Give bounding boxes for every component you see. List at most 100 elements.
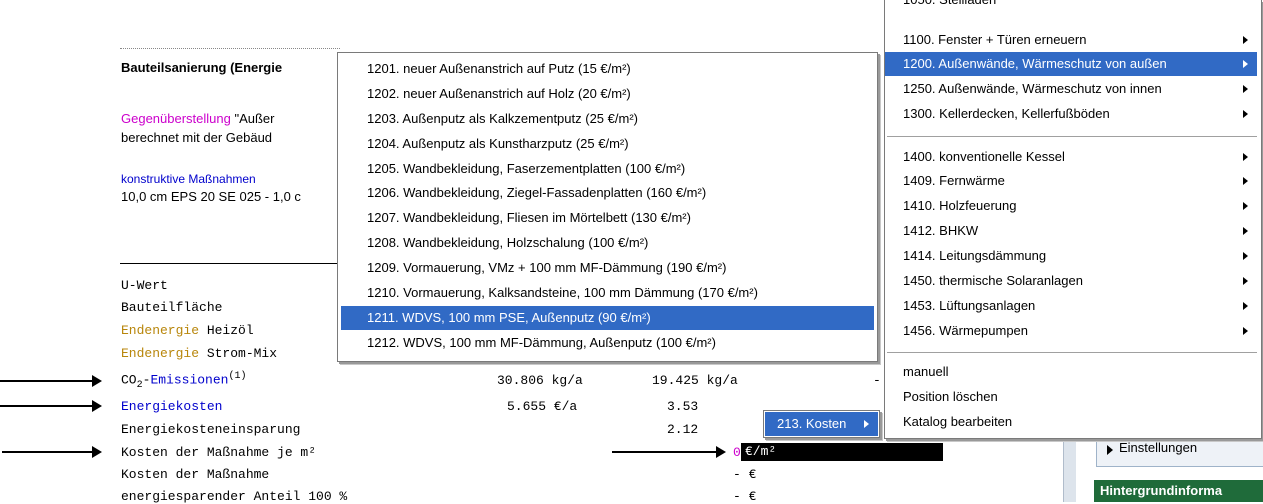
kosten-je-m2-value: 0 [733, 445, 741, 460]
einsparung-value: 2.12 [667, 422, 699, 437]
energiekosten-before: 5.655 €/a [507, 399, 578, 414]
submenu-arrow-icon [1243, 302, 1248, 310]
submenu-arrow-icon [1243, 327, 1248, 335]
endenergie-link[interactable]: Endenergie [121, 323, 199, 338]
row-co2: CO2-Emissionen(1) [121, 371, 246, 391]
pointer-arrow [2, 446, 102, 458]
submenu-item-1211[interactable]: 1211. WDVS, 100 mm PSE, Außenputz (90 €/… [341, 306, 874, 330]
submenu-item-1207[interactable]: 1207. Wandbekleidung, Fliesen im Mörtelb… [341, 206, 874, 230]
submenu-item-1209[interactable]: 1209. Vormauerung, VMz + 100 mm MF-Dämmu… [341, 256, 874, 280]
co2-value-before: 30.806 kg/a [497, 373, 583, 388]
compare-line: Gegenüberstellung "Außer [121, 111, 275, 126]
menu-label: 1456. Wärmepumpen [903, 323, 1029, 338]
cost-unit-field[interactable]: €/m² [741, 443, 943, 461]
submenu-arrow-icon [1243, 177, 1248, 185]
menu-item-partial[interactable]: 1050. Stellladen [903, 0, 996, 12]
section-heading: Bauteilsanierung (Energie [121, 60, 283, 75]
row-u-wert: U-Wert [121, 278, 168, 293]
triangle-right-icon [1107, 445, 1113, 455]
row-suffix: Heizöl [199, 323, 254, 338]
pointer-arrow [0, 400, 102, 412]
submenu-arrow-icon [1243, 227, 1248, 235]
submenu-arrow-icon [1243, 110, 1248, 118]
menu-item-1410[interactable]: 1410. Holzfeuerung [885, 194, 1257, 218]
submenu-item-1210[interactable]: 1210. Vormauerung, Kalksandsteine, 100 m… [341, 281, 874, 305]
menu-item-1414[interactable]: 1414. Leitungsdämmung [885, 244, 1257, 268]
submenu-arrow-icon [1243, 252, 1248, 260]
menu-label: 1412. BHKW [903, 223, 979, 238]
compare-link[interactable]: Gegenüberstellung [121, 111, 231, 126]
menu-label: 1250. Außenwände, Wärmeschutz von innen [903, 81, 1162, 96]
menu-label: 1300. Kellerdecken, Kellerfußböden [903, 106, 1110, 121]
row-kosten-massnahme: Kosten der Maßnahme [121, 467, 270, 482]
submenu-arrow-icon [1243, 202, 1248, 210]
submenu-item-1203[interactable]: 1203. Außenputz als Kalkzementputz (25 €… [341, 107, 874, 131]
menu-label: 1453. Lüftungsanlagen [903, 298, 1036, 313]
row-endenergie-strom: Endenergie Strom-Mix [121, 346, 277, 361]
submenu-item-1204[interactable]: 1204. Außenputz als Kunstharzputz (25 €/… [341, 132, 874, 156]
menu-label: 1409. Fernwärme [903, 173, 1005, 188]
menu-item-1200[interactable]: 1200. Außenwände, Wärmeschutz von außen [885, 52, 1257, 76]
submenu-arrow-icon [1243, 277, 1248, 285]
menu-item-kosten[interactable]: 213. Kosten [765, 412, 878, 436]
table-rule [120, 263, 350, 264]
menu-label: 1414. Leitungsdämmung [903, 248, 1047, 263]
kosten-massnahme-value: - € [733, 467, 757, 482]
menu-item-edit-catalog[interactable]: Katalog bearbeiten [903, 410, 1012, 434]
menu-item-1400[interactable]: 1400. konventionelle Kessel [885, 145, 1257, 169]
menu-label: 1410. Holzfeuerung [903, 198, 1017, 213]
menu-separator [887, 352, 1257, 353]
menu-item-manuell[interactable]: manuell [903, 360, 949, 384]
submenu-item-1202[interactable]: 1202. neuer Außenanstrich auf Holz (20 €… [341, 82, 874, 106]
co2-label: CO [121, 372, 137, 388]
emissionen-link[interactable]: Emissionen [150, 372, 228, 387]
small-context-menu: 213. Kosten [763, 410, 880, 438]
co2-value-after: 19.425 kg/a [652, 373, 738, 388]
row-kosten-je-m2: Kosten der Maßnahme je m² [121, 445, 317, 460]
menu-label: 213. Kosten [777, 416, 847, 431]
main-context-menu: 1050. Stellladen 1100. Fenster + Türen e… [884, 0, 1262, 439]
submenu-arrow-icon [1243, 36, 1248, 44]
row-bauteilflaeche: Bauteilfläche [121, 300, 223, 315]
submenu-item-1205[interactable]: 1205. Wandbekleidung, Faserzementplatten… [341, 157, 874, 181]
info-panel-title[interactable]: Hintergrundinforma [1094, 480, 1263, 502]
submenu-item-1206[interactable]: 1206. Wandbekleidung, Ziegel-Fassadenpla… [341, 181, 874, 205]
menu-item-1456[interactable]: 1456. Wärmepumpen [885, 319, 1257, 343]
settings-label: Einstellungen [1119, 440, 1198, 455]
calc-line: berechnet mit der Gebäud [121, 130, 273, 145]
menu-item-1412[interactable]: 1412. BHKW [885, 219, 1257, 243]
measures-value: 10,0 cm EPS 20 SE 025 - 1,0 c [121, 189, 301, 204]
dotted-separator [120, 48, 340, 49]
energiekosten-after: 3.53 [667, 399, 699, 414]
menu-label: 1200. Außenwände, Wärmeschutz von außen [903, 56, 1167, 71]
submenu-item-1212[interactable]: 1212. WDVS, 100 mm MF-Dämmung, Außenputz… [341, 331, 874, 355]
submenu-1200: 1201. neuer Außenanstrich auf Putz (15 €… [337, 52, 878, 362]
menu-label: 1400. konventionelle Kessel [903, 149, 1065, 164]
compare-text: "Außer [230, 111, 275, 126]
menu-item-1409[interactable]: 1409. Fernwärme [885, 169, 1257, 193]
menu-item-1300[interactable]: 1300. Kellerdecken, Kellerfußböden [885, 102, 1257, 126]
endenergie-link[interactable]: Endenergie [121, 346, 199, 361]
pointer-arrow [612, 446, 726, 458]
submenu-arrow-icon [864, 420, 869, 428]
menu-item-1100[interactable]: 1100. Fenster + Türen erneuern [885, 28, 1257, 52]
menu-label: 1100. Fenster + Türen erneuern [903, 32, 1087, 47]
menu-item-delete-position[interactable]: Position löschen [903, 385, 998, 409]
menu-item-1450[interactable]: 1450. thermische Solaranlagen [885, 269, 1257, 293]
submenu-arrow-icon [1243, 60, 1248, 68]
pointer-arrow [0, 375, 102, 387]
row-suffix: Strom-Mix [199, 346, 278, 361]
submenu-item-1208[interactable]: 1208. Wandbekleidung, Holzschalung (100 … [341, 231, 874, 255]
menu-separator [887, 136, 1257, 137]
co2-value-diff: - [873, 373, 881, 388]
measures-label[interactable]: konstruktive Maßnahmen [121, 172, 256, 186]
menu-item-1453[interactable]: 1453. Lüftungsanlagen [885, 294, 1257, 318]
row-einsparung: Energiekosteneinsparung [121, 422, 301, 437]
menu-label: 1450. thermische Solaranlagen [903, 273, 1083, 288]
submenu-item-1201[interactable]: 1201. neuer Außenanstrich auf Putz (15 €… [341, 57, 874, 81]
row-endenergie-heizoel: Endenergie Heizöl [121, 323, 254, 338]
menu-item-1250[interactable]: 1250. Außenwände, Wärmeschutz von innen [885, 77, 1257, 101]
row-energiekosten[interactable]: Energiekosten [121, 399, 222, 414]
submenu-arrow-icon [1243, 85, 1248, 93]
submenu-arrow-icon [1243, 153, 1248, 161]
